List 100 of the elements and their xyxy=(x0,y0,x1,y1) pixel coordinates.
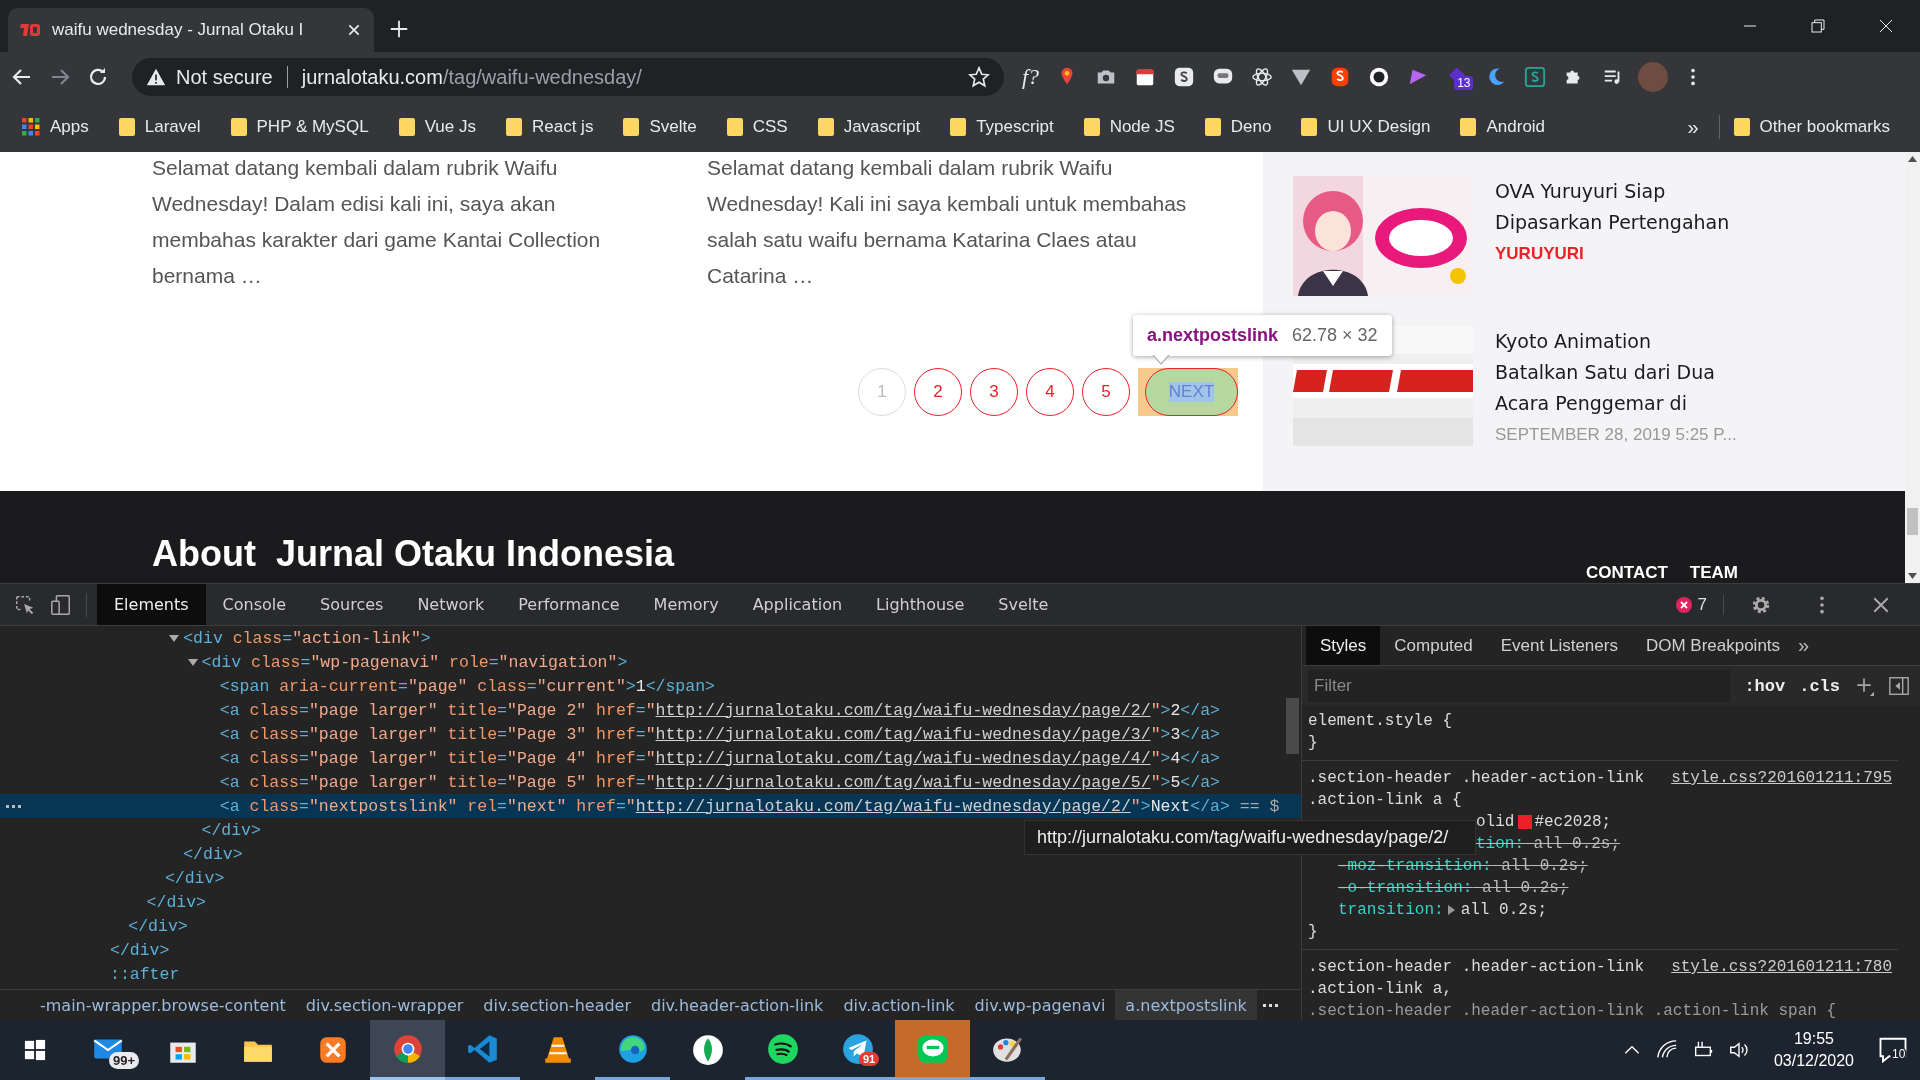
s-tile-icon[interactable] xyxy=(1524,66,1547,88)
dom-row[interactable]: <a class="page larger" title="Page 5" href="http://jurnalotaku.com/tag/waifu-wednesday/page/5/">5</a> xyxy=(0,770,1301,794)
s-tile-icon[interactable] xyxy=(1173,66,1196,88)
dom-row[interactable]: <div class="wp-pagenavi" role="navigation"> xyxy=(0,650,1301,674)
breadcrumb[interactable]: div.section-header xyxy=(473,990,641,1020)
post-title[interactable]: OVA Yuruyuri Siap Dipasarkan Pertengahan xyxy=(1495,176,1739,238)
css-declaration[interactable]: -o-transition: all 0.2s; xyxy=(1338,877,1569,899)
devtools-tab[interactable]: Network xyxy=(400,584,502,625)
bookmark-item[interactable]: Svelte xyxy=(623,117,697,137)
breadcrumb[interactable]: -main-wrapper.browse-content xyxy=(30,990,296,1020)
more-bookmarks-button[interactable]: » xyxy=(1687,115,1699,139)
category-link[interactable]: YURUYURI xyxy=(1495,244,1739,264)
page-button[interactable]: 3 xyxy=(970,368,1018,416)
more-icon[interactable] xyxy=(6,804,21,808)
clock-date[interactable]: 03/12/2020 xyxy=(1773,1050,1854,1072)
css-declaration[interactable]: -moz-transition: all 0.2s; xyxy=(1338,855,1588,877)
code-link[interactable]: http://jurnalotaku.com/tag/waifu-wednesday/page/5/ xyxy=(655,772,1151,792)
bookmark-item[interactable]: Laravel xyxy=(118,117,201,137)
bookmark-item[interactable]: Node JS xyxy=(1083,117,1175,137)
bookmark-item[interactable]: Other bookmarks xyxy=(1733,117,1890,137)
dom-row[interactable]: <a class="page larger" title="Page 3" href="http://jurnalotaku.com/tag/waifu-wednesday/page/3/">3</a> xyxy=(0,722,1301,746)
bookmark-item[interactable]: Javascript xyxy=(817,117,921,137)
css-declaration[interactable]: transition: xyxy=(1338,899,1444,921)
scroll-down-icon[interactable] xyxy=(1908,573,1917,579)
expand-icon[interactable] xyxy=(169,634,180,642)
clock-time[interactable]: 19:55 xyxy=(1793,1028,1834,1050)
footer-link[interactable]: TEAM xyxy=(1689,563,1738,583)
bookmark-item[interactable]: Deno xyxy=(1204,117,1272,137)
class-toggle-button[interactable]: .cls xyxy=(1799,676,1840,696)
breadcrumb[interactable]: a.nextpostslink xyxy=(1115,990,1257,1020)
bookmark-item[interactable]: Typescript xyxy=(950,117,1054,137)
footer-link[interactable]: CONTACT xyxy=(1586,563,1668,583)
device-icon[interactable] xyxy=(50,593,72,616)
bookmark-item[interactable]: Android xyxy=(1460,117,1546,137)
code-link[interactable]: http://jurnalotaku.com/tag/waifu-wednesday/page/3/ xyxy=(655,724,1151,744)
dom-row[interactable]: <a class="nextpostslink" rel="next" href="http://jurnalotaku.com/tag/waifu-wednesday/page/2/">Next</a> == $ xyxy=(0,794,1301,818)
sidebar-tab[interactable]: DOM Breakpoints xyxy=(1631,626,1795,665)
breadcrumb[interactable]: div.header-action-link xyxy=(641,990,834,1020)
sidebar-tab[interactable]: Computed xyxy=(1380,626,1487,665)
more-icon[interactable] xyxy=(1262,1003,1278,1007)
bookmark-item[interactable]: CSS xyxy=(726,117,788,137)
devtools-tab[interactable]: Elements xyxy=(97,584,206,625)
add-rule-icon[interactable] xyxy=(1854,676,1874,696)
devtools-tab[interactable]: Sources xyxy=(303,584,401,625)
bookmark-item[interactable]: Vue Js xyxy=(398,117,476,137)
extension-button[interactable]: f? xyxy=(1022,64,1040,90)
error-counter[interactable]: 7 xyxy=(1675,594,1724,615)
dom-row[interactable]: <div class="action-link"> xyxy=(0,626,1301,650)
scroll-up-icon[interactable] xyxy=(1908,156,1917,162)
dom-row[interactable]: <span aria-current="page" class="current">1</span> xyxy=(0,674,1301,698)
dom-row[interactable]: ::after xyxy=(0,962,1301,986)
page-button[interactable]: 5 xyxy=(1082,368,1130,416)
bookmark-item[interactable]: React js xyxy=(506,117,594,137)
dom-row[interactable]: <a class="page larger" title="Page 2" href="http://jurnalotaku.com/tag/waifu-wednesday/page/2/">2</a> xyxy=(0,698,1301,722)
dom-row[interactable]: </div> xyxy=(0,938,1301,962)
code-link[interactable]: http://jurnalotaku.com/tag/waifu-wednesday/page/2/ xyxy=(655,700,1151,720)
new-tab-icon[interactable] xyxy=(388,18,410,40)
code-link[interactable]: http://jurnalotaku.com/tag/waifu-wednesday/page/4/ xyxy=(655,748,1151,768)
css-declaration[interactable]: tion: all 0.2s; xyxy=(1476,833,1621,855)
source-link[interactable]: style.css?201601211:795 xyxy=(1671,767,1892,789)
dom-row[interactable]: </div> xyxy=(0,866,1301,890)
devtools-tab[interactable]: Svelte xyxy=(981,584,1066,625)
expand-icon[interactable] xyxy=(187,658,198,666)
close-icon[interactable] xyxy=(346,22,362,38)
sidebar-toggle-icon[interactable] xyxy=(1888,675,1910,697)
sidebar-tab[interactable]: Styles xyxy=(1306,626,1381,665)
sidebar-tab[interactable]: Event Listeners xyxy=(1486,626,1632,665)
page-button[interactable]: 2 xyxy=(914,368,962,416)
source-link[interactable]: style.css?201601211:780 xyxy=(1671,956,1892,978)
breadcrumb[interactable]: div.action-link xyxy=(833,990,965,1020)
devtools-tab[interactable]: Memory xyxy=(636,584,736,625)
scrollbar[interactable] xyxy=(1286,698,1299,754)
close-icon[interactable] xyxy=(1872,595,1890,614)
breadcrumb[interactable]: div.section-wrapper xyxy=(295,990,474,1020)
page-button[interactable]: 4 xyxy=(1026,368,1074,416)
scrollbar[interactable] xyxy=(1905,152,1920,583)
windows-start-icon[interactable] xyxy=(24,1039,46,1061)
devtools-tab[interactable]: Lighthouse xyxy=(859,584,982,625)
atom-icon[interactable] xyxy=(1251,66,1274,88)
bookmark-item[interactable]: UI UX Design xyxy=(1301,117,1431,137)
filter-field[interactable]: Filter xyxy=(1308,670,1731,702)
star-icon[interactable] xyxy=(968,66,990,88)
notification-button[interactable]: 10 xyxy=(1878,1035,1908,1065)
devtools-tab[interactable]: Application xyxy=(735,584,860,625)
dom-row[interactable]: </div> xyxy=(0,890,1301,914)
color-swatch[interactable] xyxy=(1518,815,1533,829)
address-bar[interactable]: Not secure jurnalotaku.com/tag/waifu-wednesday/ xyxy=(132,58,1004,96)
taskbar-app[interactable]: 99+ xyxy=(70,1020,145,1080)
volume-icon[interactable] xyxy=(1727,1039,1750,1061)
apps-button[interactable]: Apps xyxy=(22,117,89,137)
css-declaration[interactable]: olid xyxy=(1476,811,1515,833)
dom-row[interactable]: </div> xyxy=(0,914,1301,938)
bookmark-item[interactable]: PHP & MySQL xyxy=(230,117,369,137)
hover-state-button[interactable]: :hov xyxy=(1744,676,1786,696)
devtools-tab[interactable]: Console xyxy=(205,584,304,625)
post-title[interactable]: Kyoto Animation Batalkan Satu dari Dua Acara Penggemar di xyxy=(1495,326,1739,419)
scroll-thumb[interactable] xyxy=(1907,508,1918,535)
restore-icon[interactable] xyxy=(1810,18,1826,34)
more-tabs-button[interactable]: » xyxy=(1798,626,1810,665)
browser-tab[interactable]: waifu wednesday - Jurnal Otaku I xyxy=(8,8,374,52)
